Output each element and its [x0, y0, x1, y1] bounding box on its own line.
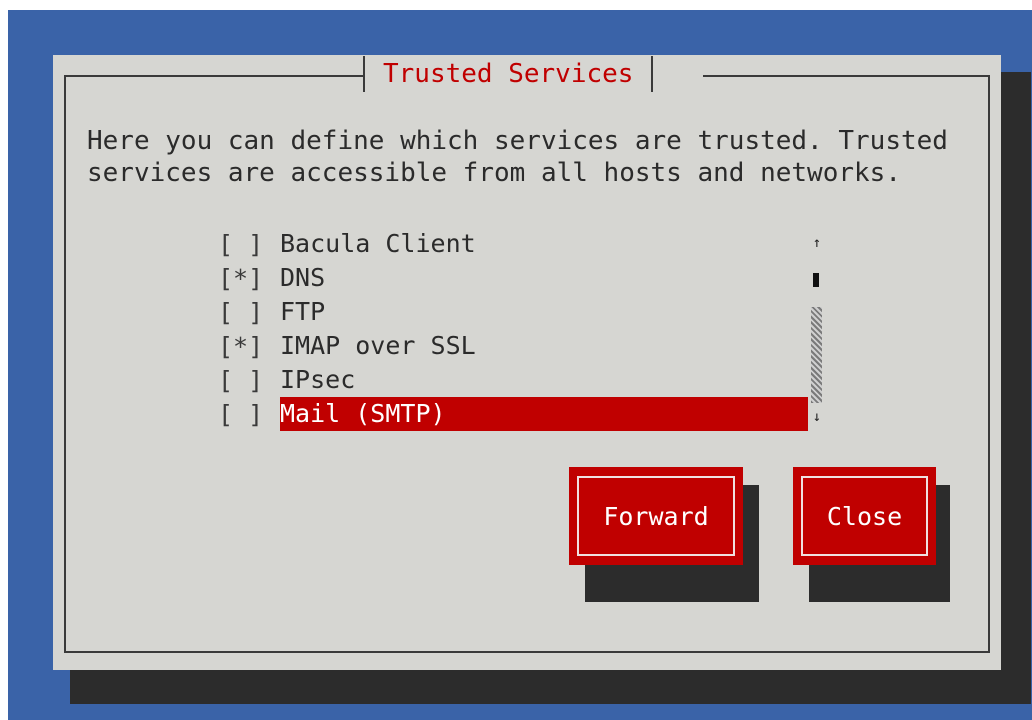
dialog-shadow-right: [1001, 72, 1031, 704]
list-item-imap-over-ssl[interactable]: [*] IMAP over SSL: [218, 329, 858, 363]
service-label: DNS: [280, 263, 326, 292]
scroll-thumb[interactable]: [813, 273, 819, 287]
scroll-down-icon[interactable]: ↓: [810, 409, 824, 425]
services-list: [ ] Bacula Client [*] DNS [ ] FTP [*] IM…: [218, 227, 858, 431]
terminal-screen: Trusted Services Here you can define whi…: [8, 10, 1032, 720]
list-item-ipsec[interactable]: [ ] IPsec: [218, 363, 858, 397]
service-label: Mail (SMTP): [280, 397, 808, 431]
service-label: FTP: [280, 297, 326, 326]
service-label: IMAP over SSL: [280, 331, 476, 360]
checkbox[interactable]: [ ]: [218, 230, 280, 259]
close-button-label: Close: [801, 476, 928, 556]
service-label: IPsec: [280, 365, 356, 394]
forward-button-label: Forward: [577, 476, 735, 556]
service-label: Bacula Client: [280, 229, 476, 258]
title-right-divider: [651, 56, 654, 92]
list-item-mail-smtp[interactable]: [ ] Mail (SMTP): [218, 397, 858, 431]
forward-button[interactable]: Forward: [569, 467, 743, 565]
dialog-title-area: Trusted Services: [363, 55, 703, 93]
dialog-title: Trusted Services: [383, 59, 634, 89]
trusted-services-dialog: Trusted Services Here you can define whi…: [53, 55, 1001, 670]
list-item-ftp[interactable]: [ ] FTP: [218, 295, 858, 329]
checkbox[interactable]: [*]: [218, 264, 280, 293]
checkbox[interactable]: [ ]: [218, 366, 280, 395]
list-scrollbar[interactable]: ↑ ↓: [810, 227, 824, 431]
scroll-up-icon[interactable]: ↑: [810, 235, 824, 251]
list-item-dns[interactable]: [*] DNS: [218, 261, 858, 295]
checkbox[interactable]: [ ]: [218, 298, 280, 327]
dialog-description: Here you can define which services are t…: [87, 126, 948, 188]
scroll-track[interactable]: [811, 307, 822, 403]
close-button[interactable]: Close: [793, 467, 936, 565]
checkbox[interactable]: [ ]: [218, 400, 280, 429]
dialog-shadow: [70, 670, 1031, 704]
list-item-bacula-client[interactable]: [ ] Bacula Client: [218, 227, 858, 261]
checkbox[interactable]: [*]: [218, 332, 280, 361]
